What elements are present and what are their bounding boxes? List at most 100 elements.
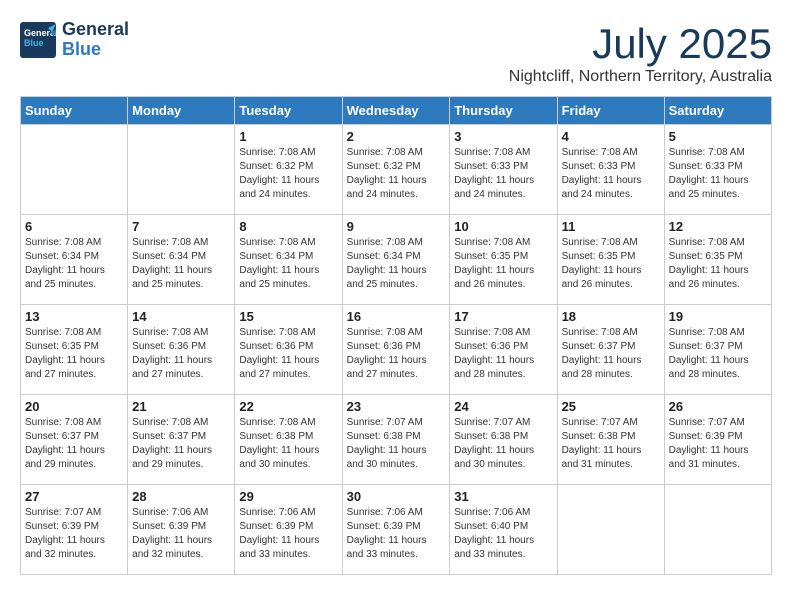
day-number: 22	[239, 399, 337, 414]
day-number: 5	[669, 129, 767, 144]
day-info: Sunrise: 7:08 AM Sunset: 6:36 PM Dayligh…	[132, 326, 230, 382]
day-number: 26	[669, 399, 767, 414]
day-info: Sunrise: 7:08 AM Sunset: 6:32 PM Dayligh…	[239, 146, 337, 202]
day-number: 18	[562, 309, 660, 324]
calendar-cell	[664, 485, 771, 575]
weekday-header-tuesday: Tuesday	[235, 97, 342, 125]
weekday-header-saturday: Saturday	[664, 97, 771, 125]
day-number: 2	[347, 129, 446, 144]
calendar-week-1: 1 Sunrise: 7:08 AM Sunset: 6:32 PM Daylig…	[21, 125, 772, 215]
day-info: Sunrise: 7:06 AM Sunset: 6:40 PM Dayligh…	[454, 506, 552, 562]
calendar-cell: 6Sunrise: 7:08 AM Sunset: 6:34 PM Daylig…	[21, 215, 128, 305]
day-info: Sunrise: 7:08 AM Sunset: 6:33 PM Dayligh…	[562, 146, 660, 202]
calendar-cell: 29Sunrise: 7:06 AM Sunset: 6:39 PM Dayli…	[235, 485, 342, 575]
day-number: 14	[132, 309, 230, 324]
day-info: Sunrise: 7:07 AM Sunset: 6:38 PM Dayligh…	[562, 416, 660, 472]
calendar-cell: 13 Sunrise: 7:08 AM Sunset: 6:35 PM Dayli…	[21, 305, 128, 395]
day-info: Sunrise: 7:08 AM Sunset: 6:36 PM Dayligh…	[347, 326, 446, 382]
day-info: Sunrise: 7:08 AM Sunset: 6:33 PM Dayligh…	[669, 146, 767, 202]
day-info: Sunrise: 7:06 AM Sunset: 6:39 PM Dayligh…	[132, 506, 230, 562]
calendar-week-5: 27 Sunrise: 7:07 AM Sunset: 6:39 PM Dayli…	[21, 485, 772, 575]
day-info: Sunrise: 7:07 AM Sunset: 6:39 PM Dayligh…	[669, 416, 767, 472]
calendar-cell: 23 Sunrise: 7:07 AM Sunset: 6:38 PM Dayli…	[342, 395, 450, 485]
logo-line2: Blue	[62, 40, 129, 60]
weekday-header-friday: Friday	[557, 97, 664, 125]
day-info: Sunrise: 7:08 AM Sunset: 6:34 PM Dayligh…	[132, 236, 230, 292]
day-info: Sunrise: 7:08 AM Sunset: 6:37 PM Dayligh…	[132, 416, 230, 472]
weekday-header-wednesday: Wednesday	[342, 97, 450, 125]
calendar-header-row: SundayMondayTuesdayWednesdayThursdayFrid…	[21, 97, 772, 125]
calendar-cell: 19 Sunrise: 7:08 AM Sunset: 6:37 PM Dayli…	[664, 305, 771, 395]
day-info: Sunrise: 7:06 AM Sunset: 6:39 PM Dayligh…	[239, 506, 337, 562]
day-number: 13	[25, 309, 123, 324]
day-info: Sunrise: 7:08 AM Sunset: 6:33 PM Dayligh…	[454, 146, 552, 202]
page-header: General Blue General Blue July 2025 Nigh…	[20, 20, 772, 86]
calendar-cell: 2 Sunrise: 7:08 AM Sunset: 6:32 PM Daylig…	[342, 125, 450, 215]
day-info: Sunrise: 7:08 AM Sunset: 6:36 PM Dayligh…	[454, 326, 552, 382]
calendar-cell: 5 Sunrise: 7:08 AM Sunset: 6:33 PM Daylig…	[664, 125, 771, 215]
day-number: 21	[132, 399, 230, 414]
calendar-cell: 9 Sunrise: 7:08 AM Sunset: 6:34 PM Daylig…	[342, 215, 450, 305]
day-info: Sunrise: 7:08 AM Sunset: 6:35 PM Dayligh…	[562, 236, 660, 292]
calendar-cell: 26 Sunrise: 7:07 AM Sunset: 6:39 PM Dayli…	[664, 395, 771, 485]
calendar-cell: 17Sunrise: 7:08 AM Sunset: 6:36 PM Dayli…	[450, 305, 557, 395]
title-section: July 2025 Nightcliff, Northern Territory…	[509, 20, 772, 86]
day-number: 16	[347, 309, 446, 324]
day-info: Sunrise: 7:08 AM Sunset: 6:34 PM Dayligh…	[347, 236, 446, 292]
calendar-cell: 16 Sunrise: 7:08 AM Sunset: 6:36 PM Dayli…	[342, 305, 450, 395]
day-number: 31	[454, 489, 552, 504]
day-info: Sunrise: 7:07 AM Sunset: 6:39 PM Dayligh…	[25, 506, 123, 562]
calendar-cell: 12 Sunrise: 7:08 AM Sunset: 6:35 PM Dayli…	[664, 215, 771, 305]
day-number: 24	[454, 399, 552, 414]
calendar-cell: 1 Sunrise: 7:08 AM Sunset: 6:32 PM Daylig…	[235, 125, 342, 215]
day-number: 15	[239, 309, 337, 324]
svg-text:Blue: Blue	[24, 38, 44, 48]
day-info: Sunrise: 7:08 AM Sunset: 6:35 PM Dayligh…	[454, 236, 552, 292]
day-info: Sunrise: 7:08 AM Sunset: 6:32 PM Dayligh…	[347, 146, 446, 202]
calendar-cell: 8Sunrise: 7:08 AM Sunset: 6:34 PM Daylig…	[235, 215, 342, 305]
day-number: 25	[562, 399, 660, 414]
day-number: 19	[669, 309, 767, 324]
day-number: 28	[132, 489, 230, 504]
day-number: 30	[347, 489, 446, 504]
day-info: Sunrise: 7:08 AM Sunset: 6:35 PM Dayligh…	[669, 236, 767, 292]
day-number: 4	[562, 129, 660, 144]
month-title: July 2025	[509, 20, 772, 68]
day-number: 12	[669, 219, 767, 234]
day-info: Sunrise: 7:08 AM Sunset: 6:37 PM Dayligh…	[562, 326, 660, 382]
day-info: Sunrise: 7:08 AM Sunset: 6:34 PM Dayligh…	[239, 236, 337, 292]
day-number: 20	[25, 399, 123, 414]
calendar-cell: 4 Sunrise: 7:08 AM Sunset: 6:33 PM Daylig…	[557, 125, 664, 215]
day-info: Sunrise: 7:08 AM Sunset: 6:37 PM Dayligh…	[669, 326, 767, 382]
calendar-cell: 7Sunrise: 7:08 AM Sunset: 6:34 PM Daylig…	[128, 215, 235, 305]
calendar-week-2: 6Sunrise: 7:08 AM Sunset: 6:34 PM Daylig…	[21, 215, 772, 305]
calendar-cell: 10Sunrise: 7:08 AM Sunset: 6:35 PM Dayli…	[450, 215, 557, 305]
weekday-header-sunday: Sunday	[21, 97, 128, 125]
day-info: Sunrise: 7:07 AM Sunset: 6:38 PM Dayligh…	[454, 416, 552, 472]
day-info: Sunrise: 7:08 AM Sunset: 6:34 PM Dayligh…	[25, 236, 123, 292]
day-number: 11	[562, 219, 660, 234]
logo-icon: General Blue	[20, 22, 56, 58]
calendar-cell: 18 Sunrise: 7:08 AM Sunset: 6:37 PM Dayli…	[557, 305, 664, 395]
weekday-header-monday: Monday	[128, 97, 235, 125]
day-info: Sunrise: 7:07 AM Sunset: 6:38 PM Dayligh…	[347, 416, 446, 472]
calendar-cell	[21, 125, 128, 215]
calendar-table: SundayMondayTuesdayWednesdayThursdayFrid…	[20, 96, 772, 575]
calendar-cell: 25 Sunrise: 7:07 AM Sunset: 6:38 PM Dayli…	[557, 395, 664, 485]
day-number: 1	[239, 129, 337, 144]
day-number: 27	[25, 489, 123, 504]
day-number: 23	[347, 399, 446, 414]
calendar-cell: 14 Sunrise: 7:08 AM Sunset: 6:36 PM Dayli…	[128, 305, 235, 395]
calendar-cell: 20Sunrise: 7:08 AM Sunset: 6:37 PM Dayli…	[21, 395, 128, 485]
calendar-cell: 27 Sunrise: 7:07 AM Sunset: 6:39 PM Dayli…	[21, 485, 128, 575]
logo: General Blue General Blue	[20, 20, 129, 60]
day-info: Sunrise: 7:08 AM Sunset: 6:35 PM Dayligh…	[25, 326, 123, 382]
day-info: Sunrise: 7:08 AM Sunset: 6:36 PM Dayligh…	[239, 326, 337, 382]
calendar-cell: 15 Sunrise: 7:08 AM Sunset: 6:36 PM Dayli…	[235, 305, 342, 395]
calendar-cell: 28 Sunrise: 7:06 AM Sunset: 6:39 PM Dayli…	[128, 485, 235, 575]
weekday-header-thursday: Thursday	[450, 97, 557, 125]
day-number: 3	[454, 129, 552, 144]
calendar-cell: 31 Sunrise: 7:06 AM Sunset: 6:40 PM Dayli…	[450, 485, 557, 575]
day-number: 9	[347, 219, 446, 234]
calendar-cell: 24 Sunrise: 7:07 AM Sunset: 6:38 PM Dayli…	[450, 395, 557, 485]
